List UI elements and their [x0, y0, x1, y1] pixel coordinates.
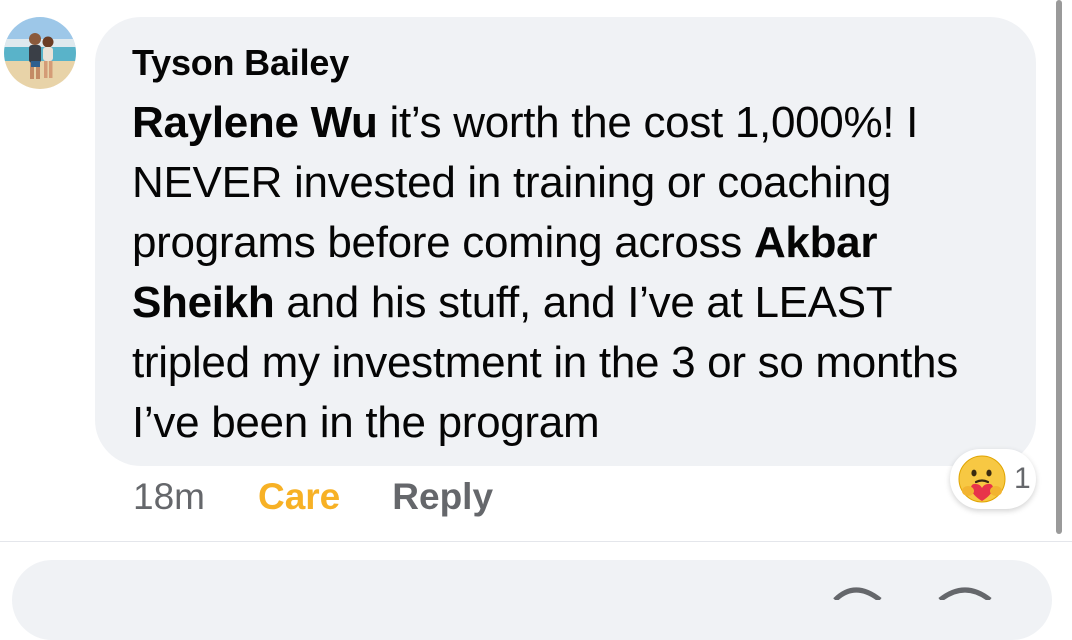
divider: [0, 541, 1072, 542]
comment-bubble[interactable]: Tyson Bailey Raylene Wu it’s worth the c…: [95, 17, 1036, 466]
comment-text: Raylene Wu it’s worth the cost 1,000%! I…: [132, 93, 1012, 453]
care-reaction-button[interactable]: Care: [258, 476, 340, 518]
comment-author[interactable]: Tyson Bailey: [132, 42, 349, 84]
scrollbar[interactable]: [1056, 0, 1062, 534]
reaction-summary[interactable]: 1: [950, 449, 1036, 509]
comment-actions: 18m Care Reply: [133, 474, 493, 520]
partial-icons: [833, 587, 992, 600]
reply-button[interactable]: Reply: [392, 476, 493, 518]
next-comment-bubble[interactable]: [12, 560, 1052, 640]
reaction-count: 1: [1014, 462, 1031, 495]
avatar[interactable]: [4, 17, 76, 89]
comment-timestamp[interactable]: 18m: [133, 476, 205, 518]
care-emoji-icon: [958, 455, 1006, 503]
mention-raylene-wu[interactable]: Raylene Wu: [132, 98, 378, 147]
